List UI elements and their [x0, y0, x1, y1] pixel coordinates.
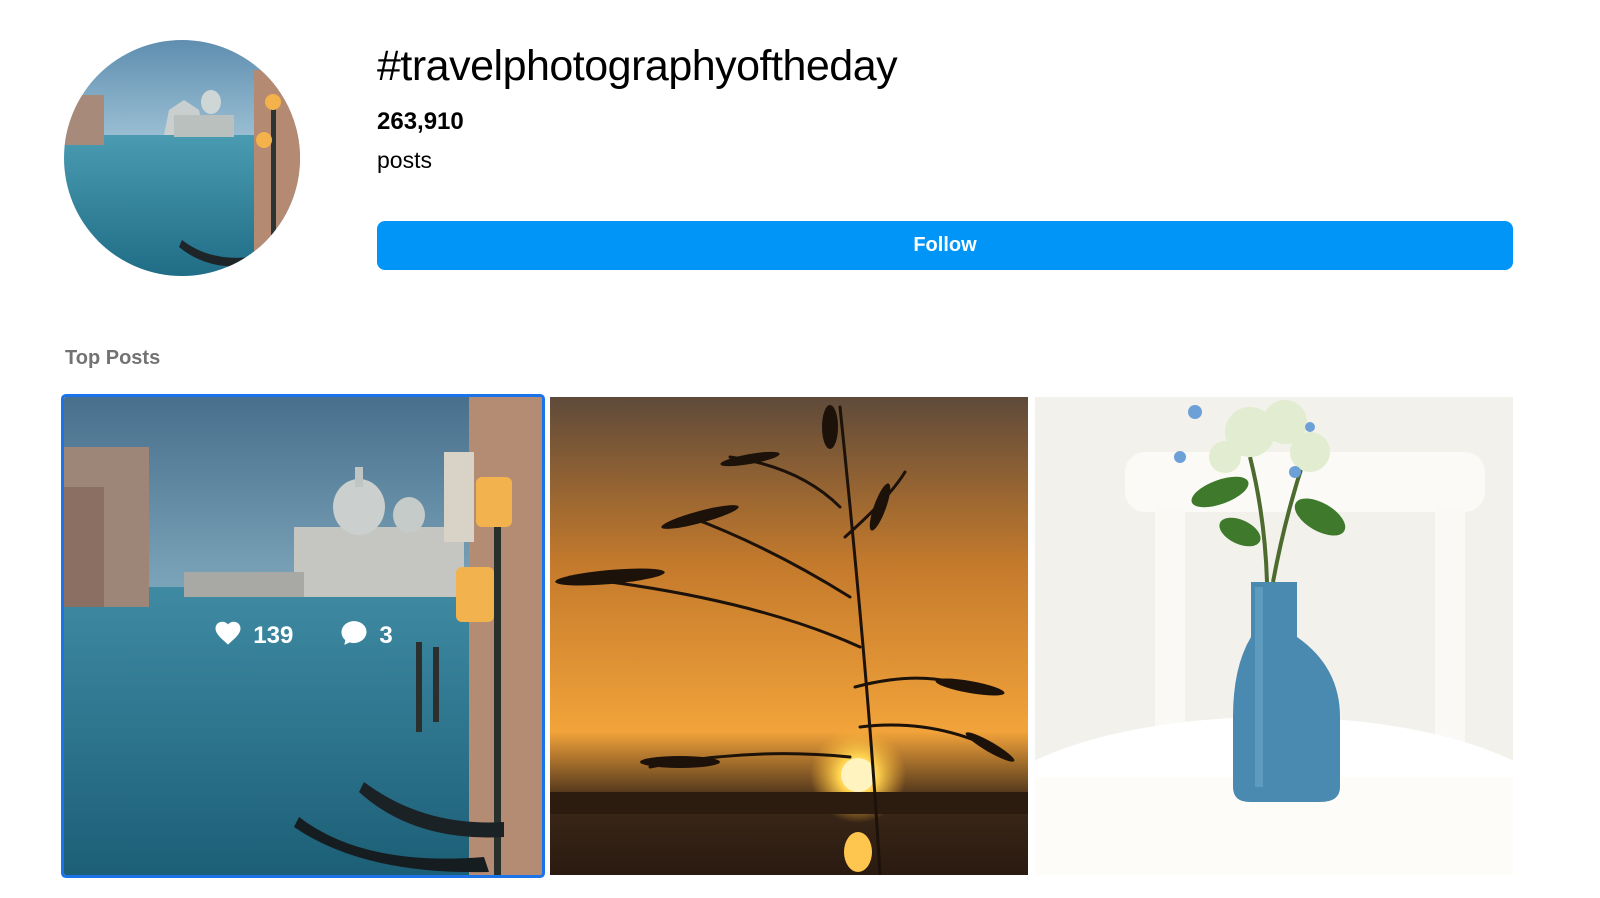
post-count-label: posts — [377, 147, 432, 173]
post-hover-overlay: 139 3 — [64, 397, 542, 875]
top-posts-title: Top Posts — [65, 347, 161, 369]
post-tile-venice[interactable]: 139 3 — [64, 397, 542, 875]
hashtag-title: #travelphotographyoftheday — [377, 42, 898, 90]
hashtag-avatar — [64, 40, 300, 276]
post-count: 263,910 — [377, 108, 464, 135]
comments-stat: 3 — [339, 618, 393, 655]
comments-count: 3 — [379, 622, 393, 649]
heart-icon — [213, 618, 243, 655]
likes-count: 139 — [253, 622, 294, 649]
likes-stat: 139 — [213, 618, 293, 655]
follow-button[interactable]: Follow — [377, 221, 1513, 270]
post-tile-sunset[interactable] — [550, 397, 1028, 875]
post-tile-vase[interactable] — [1035, 397, 1513, 875]
post-image — [1035, 397, 1513, 875]
comment-icon — [339, 618, 369, 655]
post-image — [550, 397, 1028, 875]
